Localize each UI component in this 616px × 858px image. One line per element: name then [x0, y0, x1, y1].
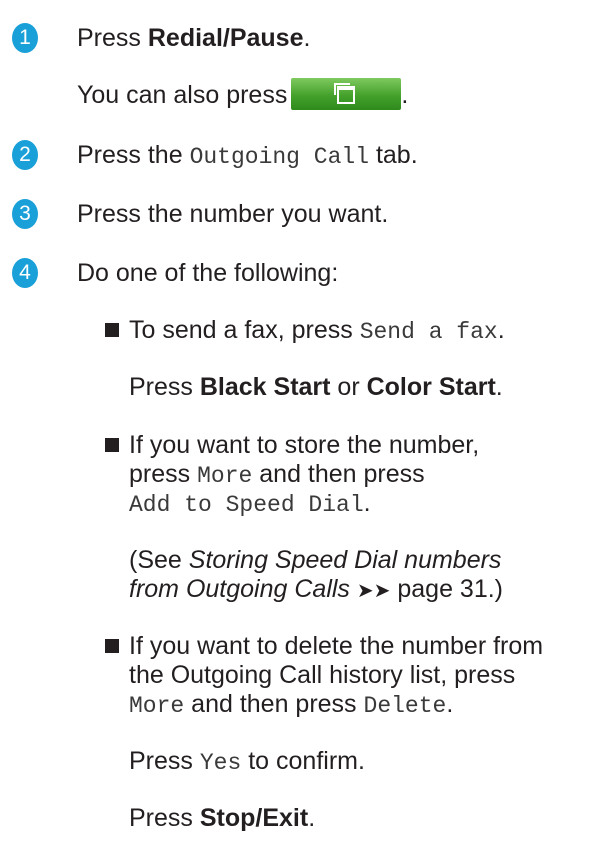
- step-1-alt-text: You can also press: [77, 81, 288, 109]
- bullet-square: [105, 639, 119, 653]
- bullet-1-punct-2: .: [495, 373, 503, 401]
- bullet-2-text: If you want to store the number,: [129, 431, 480, 459]
- bullet-2-line-3: Add to Speed Dial.: [129, 488, 371, 520]
- bullet-3-line-1: If you want to delete the number from: [129, 631, 543, 661]
- step-3-text: Press the number you want.: [77, 200, 389, 228]
- step-2-line: Press the Outgoing Call tab.: [77, 140, 418, 172]
- bullet-3-text-2: the Outgoing Call history list, press: [129, 661, 516, 689]
- step-4-text: Do one of the following:: [77, 259, 339, 287]
- bullet-3-press: Press: [129, 747, 200, 775]
- bullet-3-line-2: the Outgoing Call history list, press: [129, 660, 515, 690]
- color-start-key-label: Color Start: [366, 373, 496, 401]
- bullet-3-line-5: Press Stop/Exit.: [129, 803, 315, 833]
- more-label: More: [129, 693, 185, 719]
- double-arrow-icon: ➤➤: [356, 580, 391, 602]
- delete-label: Delete: [363, 693, 447, 719]
- step-1-line-2: You can also press.: [77, 78, 409, 112]
- send-a-fax-label: Send a fax: [359, 319, 498, 345]
- redial-pause-key-label: Redial/Pause: [147, 24, 304, 52]
- bullet-1-line-2: Press Black Start or Color Start.: [129, 372, 503, 402]
- bullet-3-punct: .: [446, 690, 454, 718]
- bullet-2-then: and then press: [252, 460, 425, 488]
- bullet-3-then: and then press: [184, 690, 364, 718]
- bullet-2-line-2: press More and then press: [129, 459, 425, 491]
- bullet-1-punct: .: [497, 316, 505, 344]
- bullet-1-press: Press: [129, 373, 200, 401]
- step-number-badge: 4: [12, 258, 38, 288]
- step-number-badge: 2: [12, 140, 38, 170]
- cross-reference-title: Storing Speed Dial numbers: [188, 546, 502, 574]
- bullet-3-text: If you want to delete the number from: [129, 632, 544, 660]
- window-stack-icon: [337, 86, 356, 105]
- page-reference: page 31.): [390, 575, 503, 603]
- more-label: More: [197, 463, 253, 489]
- bullet-1-line-1: To send a fax, press Send a fax.: [129, 315, 505, 347]
- window-stack-button: [291, 78, 402, 111]
- add-to-speed-dial-label: Add to Speed Dial: [129, 492, 364, 518]
- bullet-3-punct-2: .: [308, 804, 316, 832]
- bullet-3-confirm: to confirm.: [241, 747, 365, 775]
- stop-exit-key-label: Stop/Exit: [199, 804, 309, 832]
- step-number-badge: 3: [12, 199, 38, 229]
- step-3-line: Press the number you want.: [77, 199, 388, 229]
- bullet-2-line-1: If you want to store the number,: [129, 430, 479, 460]
- step-2-text-end: tab.: [369, 141, 418, 169]
- step-1-text: Press: [77, 24, 148, 52]
- bullet-square: [105, 323, 119, 337]
- yes-label: Yes: [199, 750, 242, 776]
- see-text: (See: [129, 546, 189, 574]
- step-1-line-1: Press Redial/Pause.: [77, 23, 310, 53]
- black-start-key-label: Black Start: [199, 373, 331, 401]
- bullet-2-line-5: from Outgoing Calls ➤➤ page 31.): [129, 574, 503, 606]
- bullet-square: [105, 438, 119, 452]
- step-4-line: Do one of the following:: [77, 258, 338, 288]
- cross-reference-title-cont: from Outgoing Calls: [129, 575, 350, 603]
- bullet-3-line-3: More and then press Delete.: [129, 689, 453, 721]
- step-1-alt-punct: .: [401, 81, 409, 109]
- step-1-punct: .: [303, 24, 311, 52]
- bullet-3-line-4: Press Yes to confirm.: [129, 746, 365, 778]
- bullet-2-punct: .: [363, 489, 371, 517]
- bullet-1-text: To send a fax, press: [129, 316, 360, 344]
- step-number-badge: 1: [12, 23, 38, 53]
- bullet-2-press: press: [129, 460, 198, 488]
- bullet-1-or: or: [330, 373, 367, 401]
- outgoing-call-tab-label: Outgoing Call: [189, 144, 369, 170]
- step-2-text: Press the: [77, 141, 190, 169]
- bullet-3-press-2: Press: [129, 804, 200, 832]
- bullet-2-line-4: (See Storing Speed Dial numbers: [129, 545, 501, 575]
